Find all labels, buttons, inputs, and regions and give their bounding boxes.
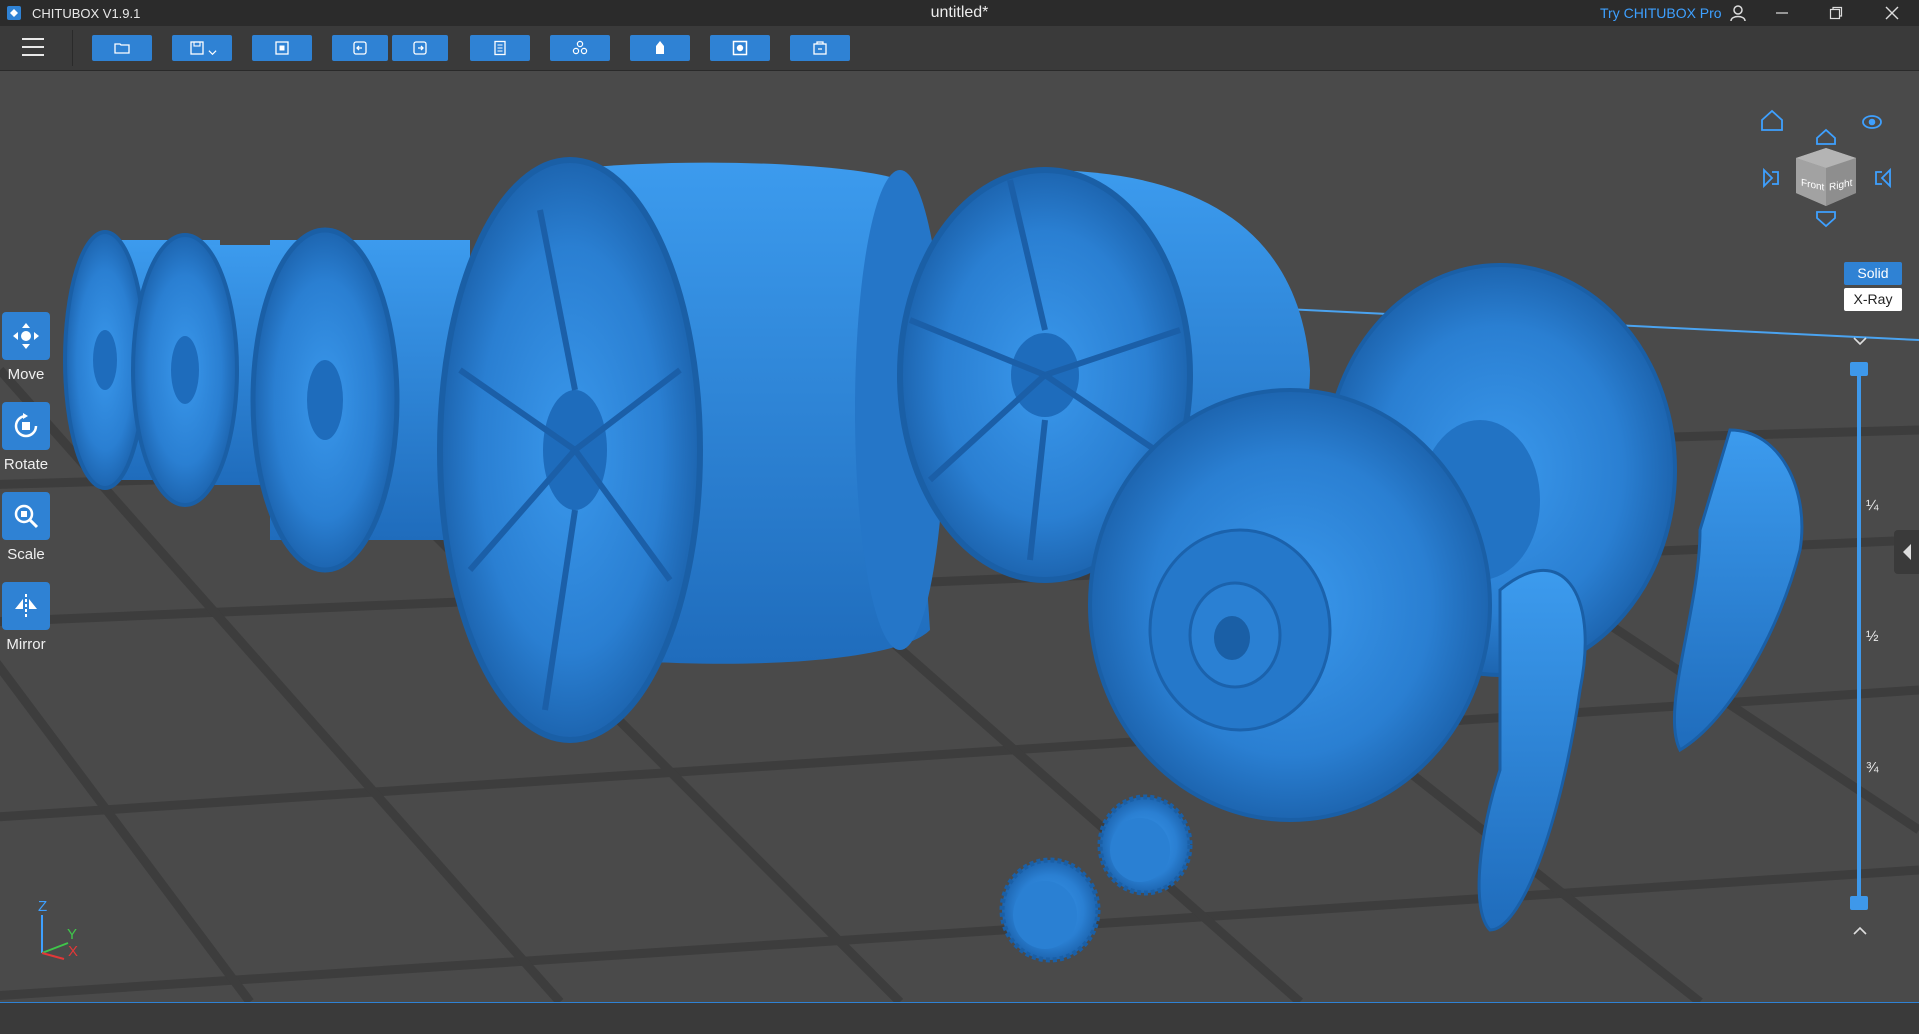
rotate-icon (14, 413, 38, 438)
minimize-button[interactable] (1756, 0, 1808, 26)
layer-slider-top-handle[interactable] (1850, 362, 1868, 376)
solid-mode-button[interactable]: Solid (1844, 262, 1902, 285)
settings-button[interactable] (470, 35, 530, 61)
save-icon (189, 41, 204, 55)
arrange-icon (572, 40, 588, 55)
scale-tool[interactable]: Scale (2, 492, 50, 563)
try-pro-link[interactable]: Try CHITUBOX Pro (1600, 5, 1722, 21)
hub-part-1 (1097, 794, 1193, 896)
fit-icon (275, 41, 289, 55)
redo-icon (413, 41, 427, 55)
chevron-down-icon (207, 49, 217, 55)
chitubox-logo-icon (7, 6, 21, 20)
folder-icon (114, 43, 130, 54)
slider-tick-three-quarter: ¾ (1866, 759, 1879, 776)
save-button[interactable] (172, 35, 232, 61)
3d-viewport[interactable]: Move Rotate Scale Mirror Front Right Sol… (0, 70, 1919, 1002)
status-bar (0, 1002, 1919, 1034)
mirror-tool[interactable]: Mirror (2, 582, 50, 653)
wheel-model-4 (437, 157, 945, 743)
move-button[interactable] (2, 312, 50, 360)
slider-up-chevron-icon[interactable] (1852, 926, 1868, 936)
undo-icon (353, 41, 367, 55)
layer-slider-bottom-handle[interactable] (1850, 896, 1868, 910)
support-button[interactable] (630, 35, 690, 61)
restore-button[interactable] (1810, 0, 1862, 26)
view-right-arrow-icon (1875, 167, 1891, 189)
xray-mode-button[interactable]: X-Ray (1844, 288, 1902, 311)
redo-button[interactable] (392, 35, 448, 61)
axis-x-label: X (68, 943, 79, 960)
move-tool[interactable]: Move (2, 312, 50, 383)
scene-canvas[interactable] (0, 70, 1919, 1002)
wheel-model-3 (250, 227, 470, 573)
open-file-button[interactable] (92, 35, 152, 61)
hollow-icon (732, 40, 748, 56)
slice-button[interactable] (790, 35, 850, 61)
main-toolbar (0, 26, 1919, 71)
layer-slider-track[interactable] (1857, 366, 1861, 902)
rotate-label: Rotate (3, 456, 49, 473)
axis-y-label: Y (67, 926, 78, 943)
view-cube-widget[interactable] (1752, 98, 1902, 248)
view-cube (1796, 148, 1856, 206)
slider-down-chevron-icon[interactable] (1852, 336, 1868, 346)
scale-button[interactable] (2, 492, 50, 540)
minimize-icon (1776, 12, 1788, 14)
hub-part-2 (999, 857, 1101, 963)
scale-icon (14, 504, 39, 529)
slider-tick-half: ½ (1866, 628, 1879, 645)
mirror-button[interactable] (2, 582, 50, 630)
rotate-tool[interactable]: Rotate (2, 402, 50, 473)
slice-icon (813, 41, 827, 55)
home-icon (1761, 109, 1783, 131)
view-up-arrow-icon (1816, 128, 1836, 145)
restore-icon (1829, 6, 1843, 20)
app-title: CHITUBOX V1.9.1 (32, 5, 141, 21)
axis-z-label: Z (38, 898, 48, 915)
close-icon (1885, 6, 1899, 20)
support-icon (656, 41, 664, 54)
hamburger-menu-button[interactable] (22, 38, 44, 58)
mirror-icon (15, 594, 37, 618)
arrange-button[interactable] (550, 35, 610, 61)
hollow-button[interactable] (710, 35, 770, 61)
chevron-left-icon (1902, 544, 1911, 560)
slider-tick-quarter: ¼ (1866, 497, 1879, 514)
rotate-button[interactable] (2, 402, 50, 450)
document-icon (494, 40, 506, 56)
move-label: Move (7, 366, 45, 383)
brake-disc-front (1088, 388, 1492, 822)
mirror-label: Mirror (6, 636, 46, 653)
panel-collapse-button[interactable] (1894, 530, 1919, 574)
center-view-button[interactable] (252, 35, 312, 61)
view-left-arrow-icon (1763, 167, 1779, 189)
undo-button[interactable] (332, 35, 388, 61)
scale-label: Scale (7, 546, 45, 563)
user-icon[interactable] (1728, 3, 1748, 23)
eye-icon (1862, 115, 1882, 129)
view-down-arrow-icon (1816, 211, 1836, 228)
close-button[interactable] (1866, 0, 1918, 26)
move-icon (13, 323, 39, 349)
